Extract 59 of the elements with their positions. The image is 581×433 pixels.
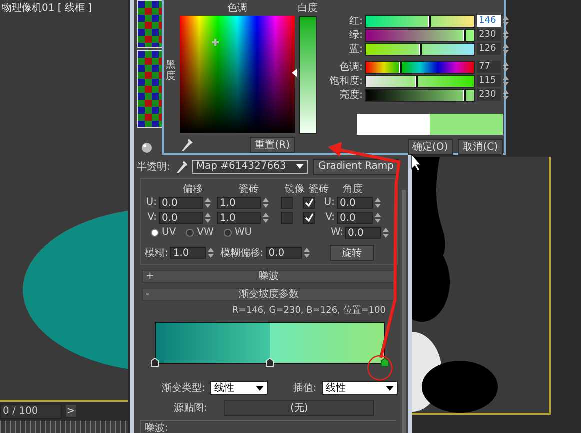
value-field[interactable]: 230 xyxy=(477,29,501,41)
angle-field[interactable]: 0.0 xyxy=(337,196,373,209)
color-readout: R=146, G=230, B=126, 位置=100 xyxy=(232,304,386,318)
value-field[interactable]: 126 xyxy=(477,43,501,55)
axis-label: U: xyxy=(145,197,157,208)
offset-field[interactable]: 0.0 xyxy=(159,212,203,224)
angle-field[interactable]: 0.0 xyxy=(337,212,373,224)
mapping-radio[interactable]: UV xyxy=(151,227,176,238)
rotate-button[interactable]: 旋转 xyxy=(330,245,374,262)
slider-label: 饱和度: xyxy=(328,74,363,88)
blur-label: 模糊: xyxy=(145,246,168,260)
rollout-header[interactable]: - 渐变坡度参数 xyxy=(142,288,396,302)
source-map-label: 源贴图: xyxy=(174,402,208,416)
column-header: 角度 xyxy=(343,182,363,194)
axis-label: V: xyxy=(324,212,335,224)
slider-label: 红: xyxy=(348,15,363,28)
slider-label: 亮度: xyxy=(338,88,363,102)
cancel-button[interactable]: 取消(C) xyxy=(458,139,503,155)
axis-label: U: xyxy=(323,197,335,208)
mapping-radio[interactable]: VW xyxy=(186,227,214,238)
interpolation-label: 插值: xyxy=(293,382,317,396)
reset-button[interactable]: 重置(R) xyxy=(250,137,295,153)
gradient-type-dropdown[interactable]: 线性 xyxy=(210,381,268,396)
offset-field[interactable]: 0.0 xyxy=(159,196,203,209)
value-field[interactable]: 146 xyxy=(477,15,501,27)
viewport-title: 物理像机01 [ 线框 ] xyxy=(2,2,92,15)
axis-label: W: xyxy=(331,227,343,238)
blur-field[interactable]: 1.0 xyxy=(170,247,206,260)
axis-label: V: xyxy=(146,212,157,224)
slider-label: 色调: xyxy=(338,61,363,74)
value-field[interactable]: 115 xyxy=(477,75,501,87)
slider-label: 蓝: xyxy=(348,42,363,56)
whiteness-label: 白度 xyxy=(297,2,319,16)
blackness-label: 黑度 xyxy=(166,60,176,84)
column-header: 瓷砖 xyxy=(239,182,259,194)
interpolation-dropdown[interactable]: 线性 xyxy=(322,381,398,396)
value-field[interactable]: 77 xyxy=(477,61,501,73)
map-dropdown[interactable]: Map #614327663 xyxy=(192,160,308,174)
map-type-button[interactable]: Gradient Ramp xyxy=(313,158,400,175)
noise-label: 噪波: xyxy=(145,423,168,433)
opacity-label: 半透明: xyxy=(137,160,170,174)
slider-label: 绿: xyxy=(348,29,363,42)
next-frame-button[interactable]: > xyxy=(65,404,77,418)
column-header: 瓷砖 xyxy=(309,182,329,194)
column-header: 镜像 xyxy=(285,182,305,194)
value-field[interactable]: 230 xyxy=(477,89,501,101)
tiling-field[interactable]: 1.0 xyxy=(217,196,261,209)
source-map-button[interactable]: (无) xyxy=(224,400,374,416)
mapping-radio[interactable]: WU xyxy=(224,227,252,238)
tiling-field[interactable]: 1.0 xyxy=(217,212,261,224)
blur-offset-field[interactable]: 0.0 xyxy=(266,247,302,260)
blur-offset-label: 模糊偏移: xyxy=(220,246,264,260)
ok-button[interactable]: 确定(O) xyxy=(408,139,454,155)
rollout-header[interactable]: + 噪波 xyxy=(142,270,396,284)
column-header: 偏移 xyxy=(183,183,203,194)
gradient-type-label: 渐变类型: xyxy=(162,382,206,396)
hue-label: 色调 xyxy=(226,2,248,16)
angle-field[interactable]: 0.0 xyxy=(345,226,381,239)
frame-counter: 0 / 100 xyxy=(0,404,62,419)
